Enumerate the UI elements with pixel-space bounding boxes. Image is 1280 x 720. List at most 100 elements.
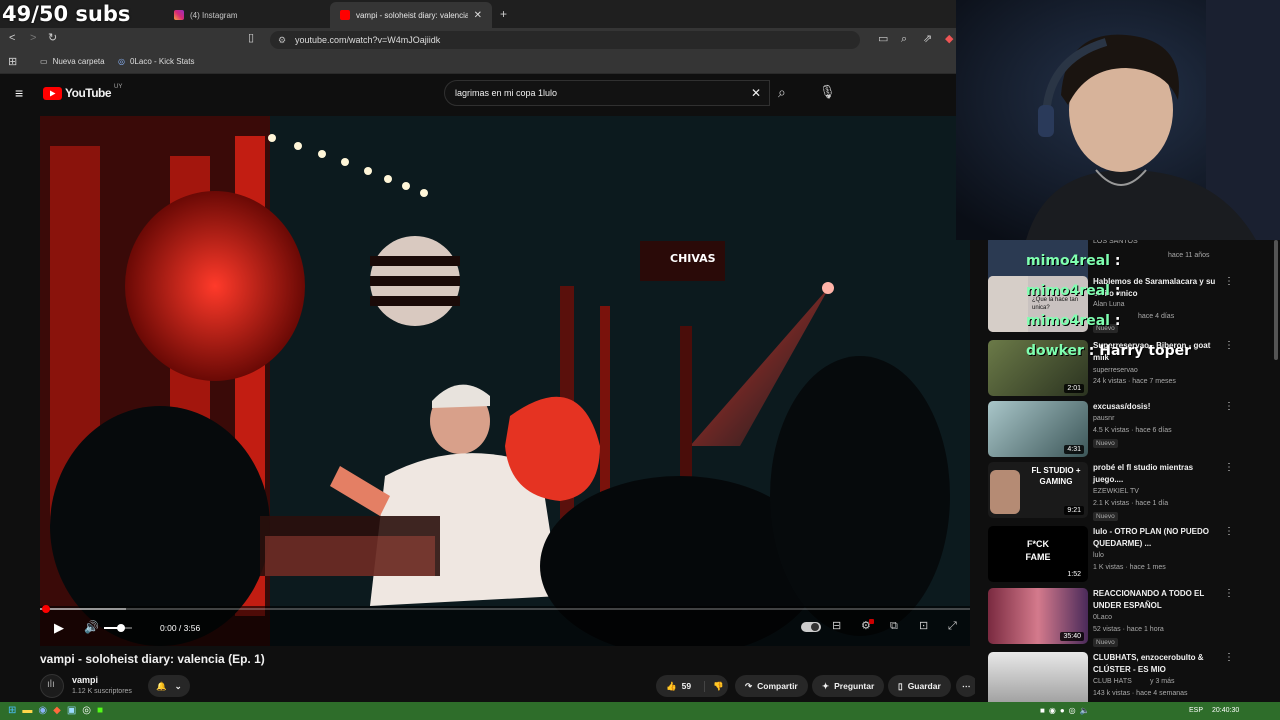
autoplay-toggle[interactable] xyxy=(801,622,821,632)
more-options-icon[interactable]: ⋮ xyxy=(1224,526,1234,537)
microphone-icon[interactable]: 🎙 xyxy=(819,85,836,98)
search-icon[interactable]: ⌕ xyxy=(778,85,786,99)
chat-username: mimo4real xyxy=(1026,313,1110,329)
windows-taskbar: ⊞ ▬ ◉ ◆ ▣ ◎ ■ ■ ◉ ● ◎ 🔈 ESP 20:40:30 xyxy=(0,702,1280,720)
video-card-channel: Alan Luna xyxy=(1093,301,1125,308)
tab-label: vampi - soloheist diary: valencia xyxy=(355,10,468,20)
sidebar-scrollbar[interactable] xyxy=(1274,240,1278,360)
chat-separator: : xyxy=(1109,253,1121,269)
fullscreen-icon[interactable]: ⤢ xyxy=(948,621,957,632)
microphone-tray-icon[interactable]: ● xyxy=(1060,706,1065,715)
video-card-meta: 143 k vistas · hace 4 semanas xyxy=(1093,690,1188,697)
ask-button[interactable]: ✦ Preguntar xyxy=(812,675,885,697)
kick-icon: ◎ xyxy=(118,57,125,66)
bookmark-kick-stats[interactable]: ◎ 0Laco - Kick Stats xyxy=(118,57,194,66)
forward-icon[interactable]: > xyxy=(30,33,36,44)
windows-start-icon[interactable]: ⊞ xyxy=(8,705,16,716)
new-badge: Nuevo xyxy=(1093,439,1118,448)
bell-icon: 🔔 xyxy=(156,680,167,691)
chat-message: mimo4real : xyxy=(1026,253,1120,269)
address-bar[interactable]: ⚙ youtube.com/watch?v=W4mJOajiidk xyxy=(270,31,860,49)
tab-instagram[interactable]: (4) Instagram xyxy=(164,2,330,28)
related-video-card[interactable]: F*CK FAME 1:52 lulo - OTRO PLAN (NO PUED… xyxy=(988,526,1278,584)
save-button[interactable]: ▯ Guardar xyxy=(888,675,951,697)
related-video-card[interactable]: 4:31 excusas/dosis! pausnr 4.5 K vistas … xyxy=(988,401,1278,459)
video-card-channel: lulo xyxy=(1093,552,1104,559)
cast-icon[interactable]: ⊡ xyxy=(919,621,928,632)
video-thumbnail xyxy=(988,652,1088,705)
dislike-button[interactable]: 👎 xyxy=(704,680,724,692)
channel-name[interactable]: vampi xyxy=(72,675,98,685)
bookmarks-bar: ⊞ ▭ Nueva carpeta ◎ 0Laco - Kick Stats xyxy=(0,52,956,74)
like-button[interactable]: 👍 xyxy=(666,681,677,692)
browser-tab-bar: (4) Instagram vampi - soloheist diary: v… xyxy=(0,0,956,28)
tray-icon[interactable]: ■ xyxy=(1040,706,1045,715)
share-icon[interactable]: ⇗ xyxy=(923,34,932,45)
speaker-icon[interactable]: 🔈 xyxy=(1080,706,1090,715)
obs-icon[interactable]: ◎ xyxy=(82,705,91,716)
close-tab-icon[interactable]: ✕ xyxy=(474,10,482,21)
new-tab-button[interactable]: + xyxy=(500,8,507,20)
video-player[interactable]: CHIVAS ▶ 🔊 0:00 / 3:56 ⊟ ⚙ ⧉ ⊡ ⤢ xyxy=(40,116,970,646)
progress-scrubber[interactable] xyxy=(42,605,50,613)
more-options-icon[interactable]: ⋮ xyxy=(1224,340,1234,351)
chat-username: mimo4real xyxy=(1026,283,1110,299)
video-card-title: lulo - OTRO PLAN (NO PUEDO QUEDARME) ... xyxy=(1093,527,1209,548)
zoom-icon[interactable]: ⌕ xyxy=(901,34,907,45)
tab-youtube-active[interactable]: vampi - soloheist diary: valencia ✕ xyxy=(330,2,492,28)
extension-icon[interactable]: ◆ xyxy=(945,34,953,45)
video-card-channel: pausnr xyxy=(1093,415,1115,422)
taskbar-apps: ⊞ ▬ ◉ ◆ ▣ ◎ ■ xyxy=(8,705,103,716)
chat-separator: : xyxy=(1109,313,1121,329)
play-icon[interactable]: ▶ xyxy=(54,621,64,634)
video-card-title: CLUBHATS, enzocerobulto & CLÚSTER - ES M… xyxy=(1093,653,1204,674)
video-card-title: probé el fl studio mientras juego.... xyxy=(1093,463,1194,484)
volume-knob[interactable] xyxy=(116,624,125,632)
duration-badge: 4:31 xyxy=(1064,445,1084,454)
more-options-icon[interactable]: ⋮ xyxy=(1224,588,1234,599)
video-card-meta: hace 4 días xyxy=(1138,313,1175,320)
more-options-icon[interactable]: ⋮ xyxy=(1224,652,1234,663)
reload-icon[interactable]: ↻ xyxy=(48,33,57,44)
volume-slider[interactable] xyxy=(104,624,132,632)
clock[interactable]: 20:40:30 xyxy=(1212,707,1239,714)
youtube-logo[interactable]: YouTube UY xyxy=(43,84,122,100)
more-options-icon[interactable]: ⋮ xyxy=(1224,401,1234,412)
language-indicator[interactable]: ESP xyxy=(1189,707,1203,714)
miniplayer-icon[interactable]: ⧉ xyxy=(890,621,898,632)
site-info-icon[interactable]: ⚙ xyxy=(278,35,286,46)
apps-grid-icon[interactable]: ⊞ xyxy=(8,57,17,68)
video-card-meta: 4.5 K vistas · hace 6 días xyxy=(1093,427,1172,434)
brave-icon[interactable]: ◆ xyxy=(53,705,61,716)
more-options-icon[interactable]: ⋮ xyxy=(1224,276,1234,287)
related-video-card[interactable]: 35:40 REACCIONANDO A TODO EL UNDER ESPAÑ… xyxy=(988,588,1278,647)
kick-app-icon[interactable]: ■ xyxy=(97,705,103,716)
video-card-channel: CLUB HATS xyxy=(1093,678,1132,685)
menu-icon[interactable]: ≡ xyxy=(15,86,23,100)
volume-icon[interactable]: 🔊 xyxy=(84,621,99,633)
new-badge: Nuevo xyxy=(1093,512,1118,521)
video-card-meta: 1 K vistas · hace 1 mes xyxy=(1093,564,1166,571)
discord-icon[interactable]: ◉ xyxy=(38,705,47,716)
app-icon[interactable]: ▣ xyxy=(67,705,76,716)
bookmark-nueva-carpeta[interactable]: ▭ Nueva carpeta xyxy=(40,57,105,66)
install-app-icon[interactable]: ▭ xyxy=(878,34,888,45)
more-options-icon[interactable]: ⋮ xyxy=(1224,462,1234,473)
back-icon[interactable]: < xyxy=(9,33,15,44)
related-video-card[interactable]: CLUBHATS, enzocerobulto & CLÚSTER - ES M… xyxy=(988,652,1278,705)
subtitles-icon[interactable]: ⊟ xyxy=(832,621,841,632)
clear-search-icon[interactable]: ✕ xyxy=(751,86,761,100)
video-card-meta: hace 11 años xyxy=(1168,252,1210,259)
file-explorer-icon[interactable]: ▬ xyxy=(22,705,32,716)
search-input[interactable]: lagrimas en mi copa 1lulo ✕ xyxy=(444,80,770,106)
network-icon[interactable]: ◉ xyxy=(1049,706,1056,715)
progress-bar[interactable] xyxy=(40,605,970,613)
steam-icon[interactable]: ◎ xyxy=(1069,706,1076,715)
channel-avatar[interactable]: ılı xyxy=(40,674,64,698)
video-card-channel: 0Laco xyxy=(1093,614,1113,621)
related-video-card[interactable]: FL STUDIO + GAMING 9:21 probé el fl stud… xyxy=(988,462,1278,521)
bookmark-icon[interactable]: ▯ xyxy=(248,33,254,44)
sparkle-icon: ✦ xyxy=(822,680,830,691)
share-button[interactable]: ↷ Compartir xyxy=(735,675,808,697)
notification-bell-button[interactable]: 🔔 ⌄ xyxy=(148,675,190,697)
